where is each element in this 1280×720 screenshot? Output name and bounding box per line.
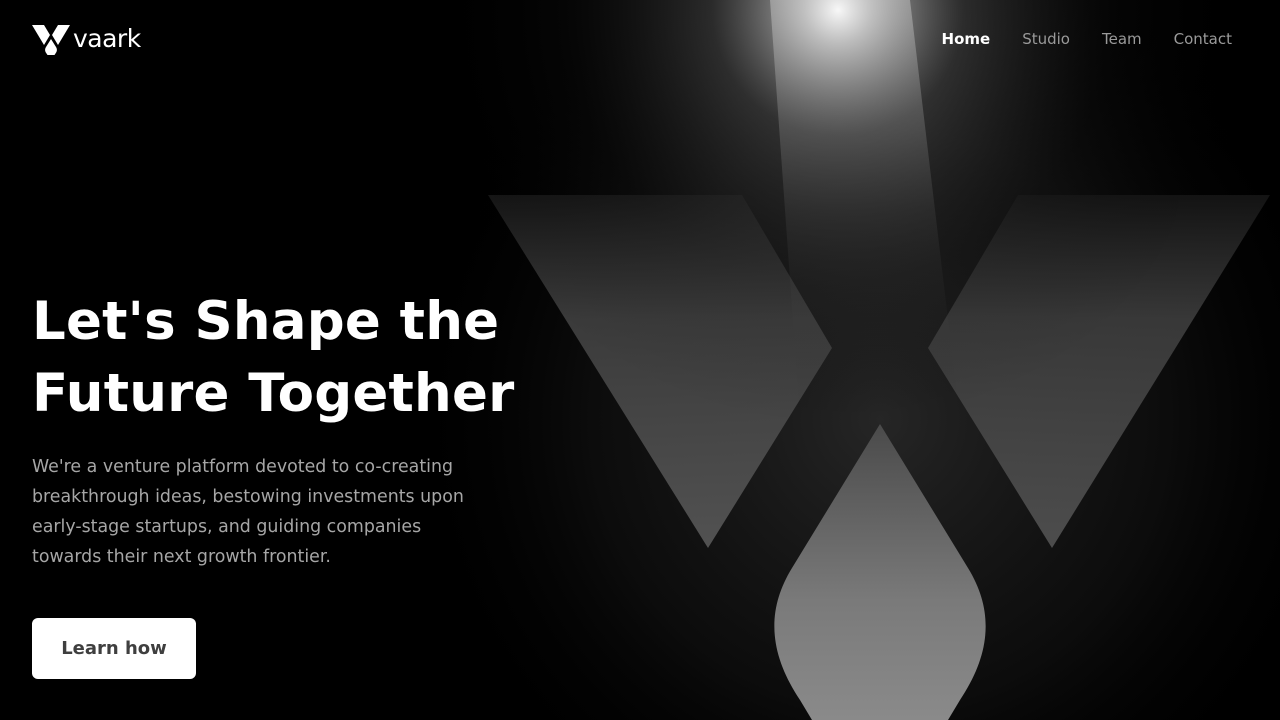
- page: vaark Home Studio Team Contact Let's Sha…: [0, 0, 1280, 720]
- hero-description-line: early-stage startups, and guiding compan…: [32, 517, 422, 537]
- nav-item-studio[interactable]: Studio: [1022, 29, 1070, 49]
- hero-headline-line: Future Together: [32, 363, 515, 424]
- brand-logo-link[interactable]: vaark: [32, 24, 141, 55]
- hero-description-line: towards their next growth frontier.: [32, 547, 331, 567]
- nav-item-home[interactable]: Home: [942, 29, 991, 49]
- hero-headline: Let's Shape the Future Together: [32, 286, 514, 430]
- hero-description: We're a venture platform devoted to co-c…: [32, 452, 502, 572]
- vaark-v-logo-icon: [32, 25, 70, 55]
- nav-item-team[interactable]: Team: [1102, 29, 1142, 49]
- learn-how-button[interactable]: Learn how: [32, 618, 196, 679]
- site-header: vaark Home Studio Team Contact: [0, 0, 1280, 80]
- brand-name: vaark: [73, 23, 141, 53]
- main-nav: Home Studio Team Contact: [910, 29, 1232, 49]
- hero-headline-line: Let's Shape the: [32, 291, 500, 352]
- nav-item-contact[interactable]: Contact: [1174, 29, 1232, 49]
- hero-description-line: breakthrough ideas, bestowing investment…: [32, 487, 464, 507]
- hero-description-line: We're a venture platform devoted to co-c…: [32, 457, 454, 477]
